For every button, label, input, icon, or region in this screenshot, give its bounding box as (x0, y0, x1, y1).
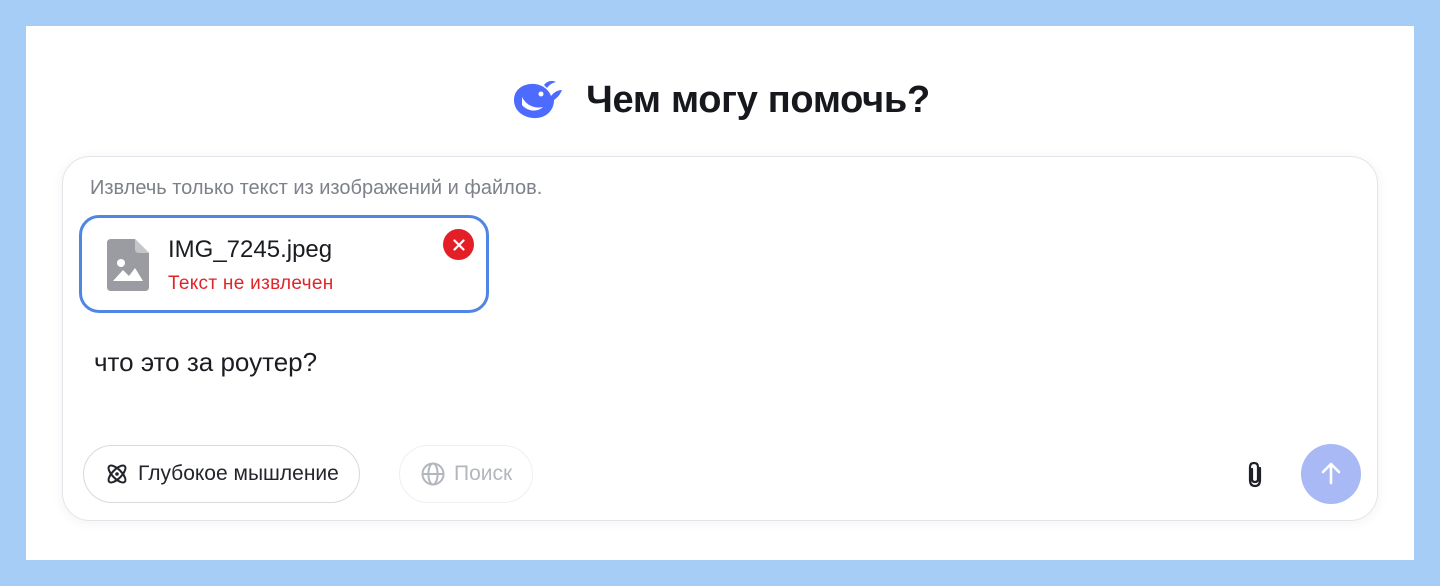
remove-attachment-button[interactable] (443, 229, 474, 260)
message-input[interactable]: что это за роутер? (94, 347, 317, 378)
attachment-file-name: IMG_7245.jpeg (168, 236, 333, 263)
globe-icon (421, 462, 445, 486)
close-icon (452, 238, 465, 251)
search-label: Поиск (454, 462, 513, 485)
deepseek-whale-icon (514, 81, 563, 119)
page-title: Чем могу помочь? (586, 78, 930, 121)
send-button[interactable] (1301, 444, 1361, 504)
deep-think-button[interactable]: Глубокое мышление (83, 445, 360, 503)
chat-composer: Извлечь только текст из изображений и фа… (62, 156, 1378, 521)
attach-file-button[interactable] (1239, 459, 1271, 491)
search-button[interactable]: Поиск (399, 445, 534, 503)
arrow-up-icon (1321, 462, 1341, 485)
attachment-status: Текст не извлечен (168, 273, 334, 294)
image-file-icon (107, 239, 149, 291)
attachment-hint: Извлечь только текст из изображений и фа… (90, 177, 543, 199)
header: Чем могу помочь? (26, 74, 1414, 126)
deep-think-label: Глубокое мышление (138, 462, 339, 485)
app-frame: Чем могу помочь? Извлечь только текст из… (26, 26, 1414, 560)
atom-icon (107, 464, 127, 484)
attachment-card[interactable]: IMG_7245.jpeg Текст не извлечен (79, 215, 489, 313)
paperclip-icon (1248, 461, 1262, 488)
